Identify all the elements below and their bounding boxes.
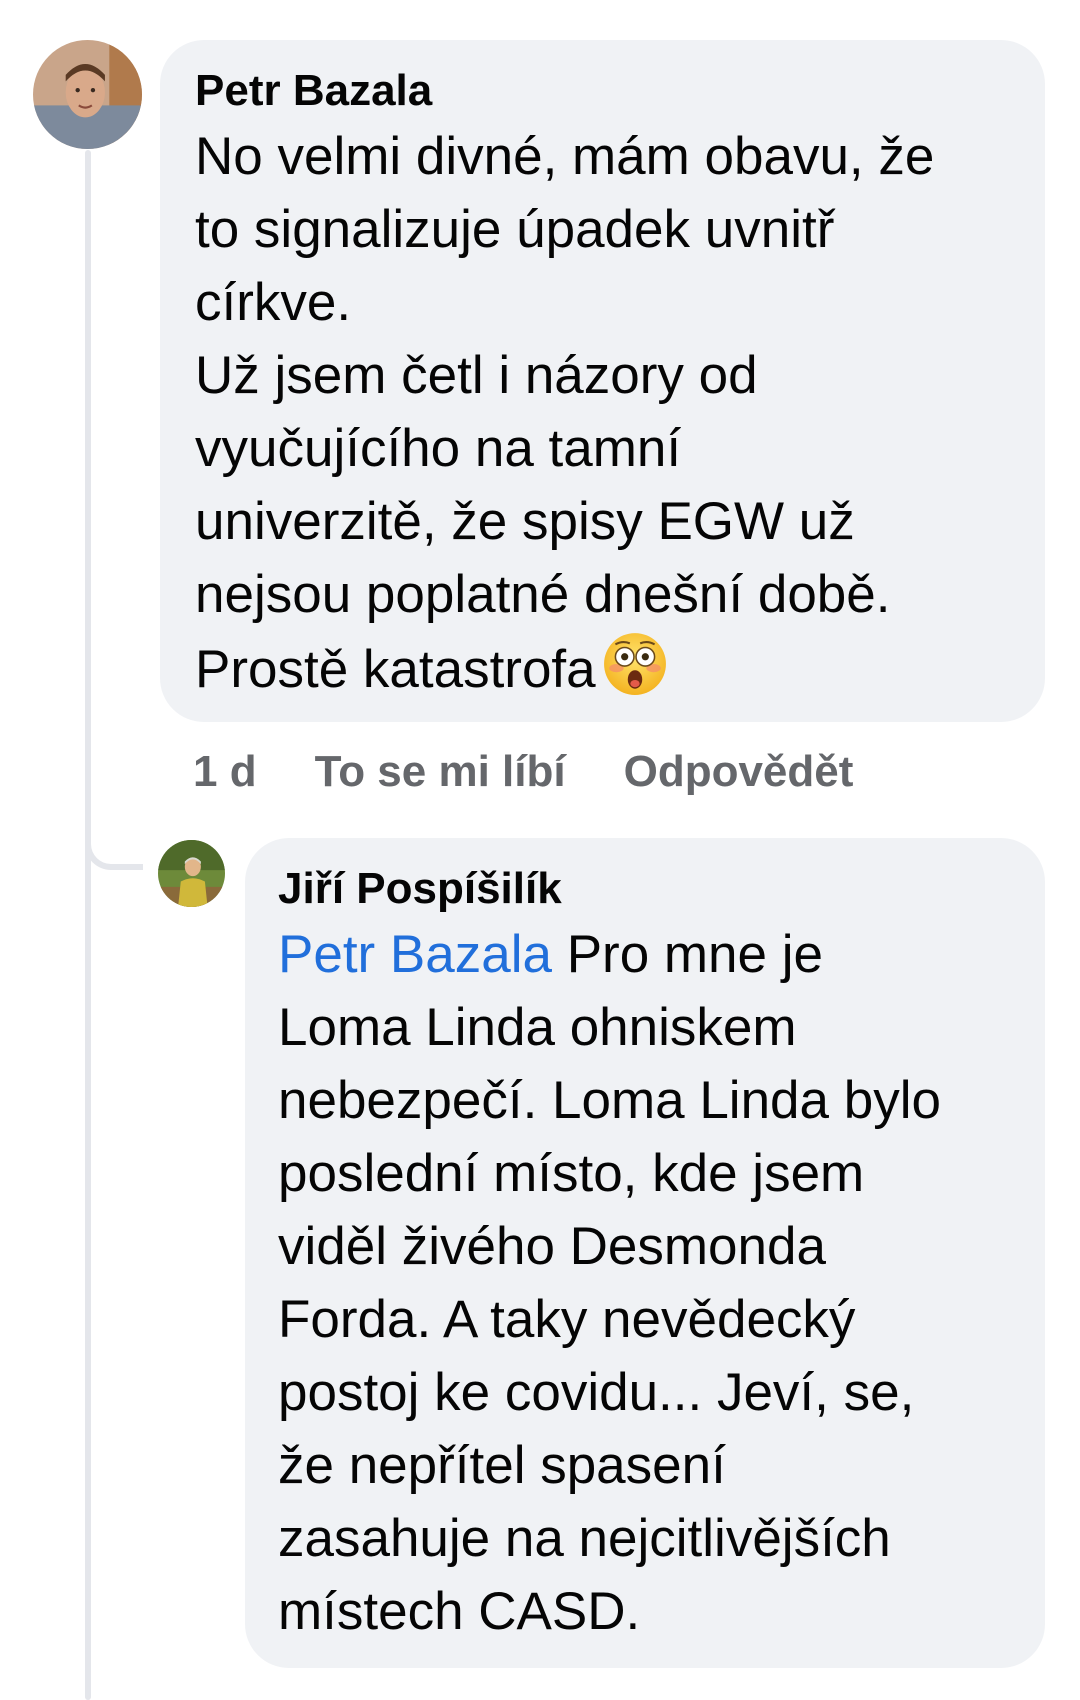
comment-line: Už jsem četl i názory od (195, 346, 758, 405)
reply-line: viděl živého Desmonda (278, 1217, 826, 1276)
reply-bubble: Jiří Pospíšilík Petr Bazala Pro mne je L… (245, 838, 1045, 1668)
reply-button[interactable]: Odpovědět (624, 742, 854, 802)
reply-line: poslední místo, kde jsem (278, 1144, 865, 1203)
reply-author[interactable]: Jiří Pospíšilík (278, 860, 1015, 918)
avatar[interactable] (33, 40, 142, 149)
like-button[interactable]: To se mi líbí (315, 742, 566, 802)
reply-line: místech CASD. (278, 1582, 641, 1641)
comment-author[interactable]: Petr Bazala (195, 62, 1015, 120)
comment-actions: 1 d To se mi líbí Odpovědět (193, 742, 853, 802)
astonished-face-icon (602, 631, 668, 697)
reply-line: Loma Linda ohniskem (278, 998, 797, 1057)
reply-line: Forda. A taky nevědecký (278, 1290, 856, 1349)
avatar-photo-icon (158, 840, 225, 907)
reply-line: Pro mne je (551, 925, 823, 984)
comment-line: vyučujícího na tamní (195, 419, 682, 478)
comment-line: No velmi divné, mám obavu, že (195, 127, 935, 186)
comment-bubble: Petr Bazala No velmi divné, mám obavu, ž… (160, 40, 1045, 722)
thread-line (85, 150, 91, 1700)
reply-text: Petr Bazala Pro mne je Loma Linda ohnisk… (278, 918, 1015, 1648)
comment-line: to signalizuje úpadek uvnitř (195, 200, 835, 259)
reply-connector-line (85, 790, 143, 870)
comment-line: nejsou poplatné dnešní době. (195, 565, 891, 624)
reply-line: že nepřítel spasení (278, 1436, 726, 1495)
comment-timestamp[interactable]: 1 d (193, 742, 257, 802)
avatar-photo-icon (33, 40, 142, 149)
comment-line: Prostě katastrofa (195, 640, 596, 699)
comment-line: církve. (195, 273, 352, 332)
reply-line: zasahuje na nejcitlivějších (278, 1509, 891, 1568)
reply-line: postoj ke covidu... Jeví, se, (278, 1363, 915, 1422)
reply-line: nebezpečí. Loma Linda bylo (278, 1071, 941, 1130)
comment-text: No velmi divné, mám obavu, že to signali… (195, 120, 1015, 706)
comment-line: univerzitě, že spisy EGW už (195, 492, 855, 551)
mention-link[interactable]: Petr Bazala (278, 925, 552, 984)
reply-avatar[interactable] (158, 840, 225, 907)
